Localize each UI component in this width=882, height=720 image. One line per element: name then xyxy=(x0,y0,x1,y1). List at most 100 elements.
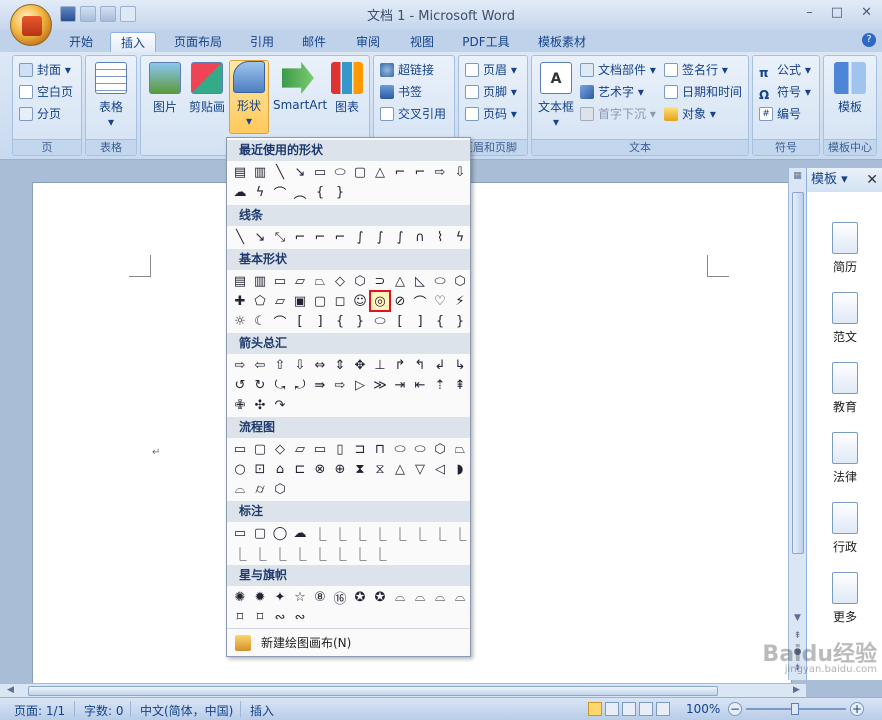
callouts-shape-icon[interactable]: ⎿ xyxy=(271,544,289,563)
lines-shape-icon[interactable]: ↘ xyxy=(251,228,269,246)
blank-page-button[interactable]: 空白页 xyxy=(19,82,73,102)
recent-shape-icon[interactable]: ▤ xyxy=(231,163,249,181)
basic-shape-icon[interactable]: ◺ xyxy=(411,272,429,290)
tab-mailings[interactable]: 邮件 xyxy=(296,32,332,52)
horizontal-scroll-thumb[interactable] xyxy=(28,686,718,696)
flowchart-shape-icon[interactable]: ⊕ xyxy=(331,460,349,478)
flowchart-shape-icon[interactable]: ⬭ xyxy=(391,440,409,458)
callouts-shape-icon[interactable]: ⎿ xyxy=(231,544,249,563)
recent-shape-icon[interactable]: ▭ xyxy=(311,163,329,181)
smartart-button[interactable]: SmartArt xyxy=(273,62,327,112)
callouts-shape-icon[interactable]: ⎿ xyxy=(251,544,269,563)
office-button[interactable] xyxy=(10,4,52,46)
page-break-button[interactable]: 分页 xyxy=(19,104,61,124)
template-button[interactable]: 模板 xyxy=(830,62,870,115)
callouts-shape-icon[interactable]: ⎿ xyxy=(351,544,369,563)
basic-shape-icon[interactable]: ⬭ xyxy=(371,312,389,330)
minimize-button[interactable]: – xyxy=(806,5,813,20)
lines-shape-icon[interactable]: ⌐ xyxy=(331,228,349,246)
quick-parts-button[interactable]: 文档部件 ▾ xyxy=(580,60,656,80)
callouts-shape-icon[interactable]: ▢ xyxy=(251,524,269,542)
insert-mode[interactable]: 插入 xyxy=(250,702,274,719)
arrows-shape-icon[interactable]: ⇧ xyxy=(271,356,289,374)
new-drawing-canvas-button[interactable]: 新建绘图画布(N) xyxy=(227,628,470,656)
basic-shape-icon[interactable]: ☺ xyxy=(351,292,369,310)
scroll-right-arrow-icon[interactable]: ▶ xyxy=(790,684,803,697)
flowchart-shape-icon[interactable]: ▽ xyxy=(411,460,429,478)
arrows-shape-icon[interactable]: ↲ xyxy=(431,356,449,374)
flowchart-shape-icon[interactable]: ⧗ xyxy=(351,460,369,478)
basic-shape-icon[interactable]: } xyxy=(451,312,469,330)
flowchart-shape-icon[interactable]: ⊓ xyxy=(371,440,389,458)
text-box-button[interactable]: A 文本框 ▾ xyxy=(534,62,578,129)
tab-home[interactable]: 开始 xyxy=(64,32,98,52)
chart-button[interactable]: 图表 xyxy=(327,62,367,115)
stars-shape-icon[interactable]: ∾ xyxy=(271,608,289,626)
basic-shape-icon[interactable]: ✚ xyxy=(231,292,249,310)
recent-shape-icon[interactable]: ⇩ xyxy=(451,163,469,181)
flowchart-shape-icon[interactable]: ⌭ xyxy=(251,480,269,498)
ruler-toggle-icon[interactable]: ▦ xyxy=(791,170,804,183)
vertical-scroll-thumb[interactable] xyxy=(792,192,804,554)
tab-view[interactable]: 视图 xyxy=(404,32,440,52)
basic-shape-icon[interactable]: [ xyxy=(391,312,409,330)
language-indicator[interactable]: 中文(简体，中国) xyxy=(140,702,233,719)
basic-shape-icon[interactable]: ◻ xyxy=(331,292,349,310)
arrows-shape-icon[interactable]: ▷ xyxy=(351,376,369,394)
stars-shape-icon[interactable]: ✪ xyxy=(371,588,389,606)
stars-shape-icon[interactable]: ⌓ xyxy=(391,588,409,606)
arrows-shape-icon[interactable]: ⇨ xyxy=(231,356,249,374)
lines-shape-icon[interactable]: ⌐ xyxy=(311,228,329,246)
basic-shape-icon[interactable]: [ xyxy=(291,312,309,330)
basic-shape-icon[interactable]: ▤ xyxy=(231,272,249,290)
close-button[interactable]: ✕ xyxy=(861,5,872,20)
lines-shape-icon[interactable]: ⌇ xyxy=(431,228,449,246)
stars-shape-icon[interactable]: ✹ xyxy=(251,588,269,606)
basic-shape-icon[interactable]: ⏢ xyxy=(311,272,329,290)
clip-art-button[interactable]: 剪贴画 xyxy=(187,62,227,115)
flowchart-shape-icon[interactable]: ⬡ xyxy=(431,440,449,458)
arrows-shape-icon[interactable]: ⇡ xyxy=(431,376,449,394)
basic-shape-icon[interactable]: ▣ xyxy=(291,292,309,310)
template-item-law[interactable]: 法律 xyxy=(807,432,882,485)
recent-shape-icon[interactable]: ϟ xyxy=(251,183,269,201)
scroll-left-arrow-icon[interactable]: ◀ xyxy=(4,684,17,697)
recent-shape-icon[interactable]: ▢ xyxy=(351,163,369,181)
flowchart-shape-icon[interactable]: ⬡ xyxy=(271,480,289,498)
flowchart-shape-icon[interactable]: ▯ xyxy=(331,440,349,458)
flowchart-shape-icon[interactable]: ⊏ xyxy=(291,460,309,478)
close-icon[interactable]: ✕ xyxy=(866,168,878,192)
horizontal-scrollbar[interactable]: ◀ ▶ xyxy=(0,683,806,697)
picture-button[interactable]: 图片 xyxy=(145,62,185,115)
stars-shape-icon[interactable]: ✦ xyxy=(271,588,289,606)
recent-shape-icon[interactable]: ▥ xyxy=(251,163,269,181)
vertical-scrollbar[interactable]: ▦ ▼ ⇞ ● ⇟ xyxy=(788,168,806,680)
callouts-shape-icon[interactable]: ⎿ xyxy=(351,524,369,543)
arrows-shape-icon[interactable]: ≫ xyxy=(371,376,389,394)
basic-shape-icon[interactable]: ⬡ xyxy=(451,272,469,290)
basic-shape-icon[interactable]: ⬠ xyxy=(251,292,269,310)
wordart-button[interactable]: 艺术字 ▾ xyxy=(580,82,644,102)
arrows-shape-icon[interactable]: ✙ xyxy=(231,396,249,414)
stars-shape-icon[interactable]: ⌑ xyxy=(251,608,269,626)
symbol-button[interactable]: Ω 符号 ▾ xyxy=(759,82,811,102)
cross-reference-button[interactable]: 交叉引用 xyxy=(380,104,446,124)
arrows-shape-icon[interactable]: ⇩ xyxy=(291,356,309,374)
basic-shape-icon[interactable]: ] xyxy=(311,312,329,330)
callouts-shape-icon[interactable]: ⎿ xyxy=(331,524,349,543)
callouts-shape-icon[interactable]: ◯ xyxy=(271,524,289,542)
flowchart-shape-icon[interactable]: ⬭ xyxy=(411,440,429,458)
basic-shape-icon[interactable]: ⊃ xyxy=(371,272,389,290)
basic-shape-icon[interactable]: ⚡ xyxy=(451,292,469,310)
flowchart-shape-icon[interactable]: △ xyxy=(391,460,409,478)
basic-shape-icon[interactable]: ▢ xyxy=(311,292,329,310)
cover-page-button[interactable]: 封面 ▾ xyxy=(19,60,71,80)
recent-shape-icon[interactable]: ︵ xyxy=(291,183,309,202)
tab-template-assets[interactable]: 模板素材 xyxy=(532,32,592,52)
flowchart-shape-icon[interactable]: ◇ xyxy=(271,440,289,458)
date-time-button[interactable]: 日期和时间 xyxy=(664,82,742,102)
flowchart-shape-icon[interactable]: ▱ xyxy=(291,440,309,458)
stars-shape-icon[interactable]: ⑧ xyxy=(311,588,329,606)
arrows-shape-icon[interactable]: ⇤ xyxy=(411,376,429,394)
basic-shape-icon[interactable]: { xyxy=(331,312,349,330)
